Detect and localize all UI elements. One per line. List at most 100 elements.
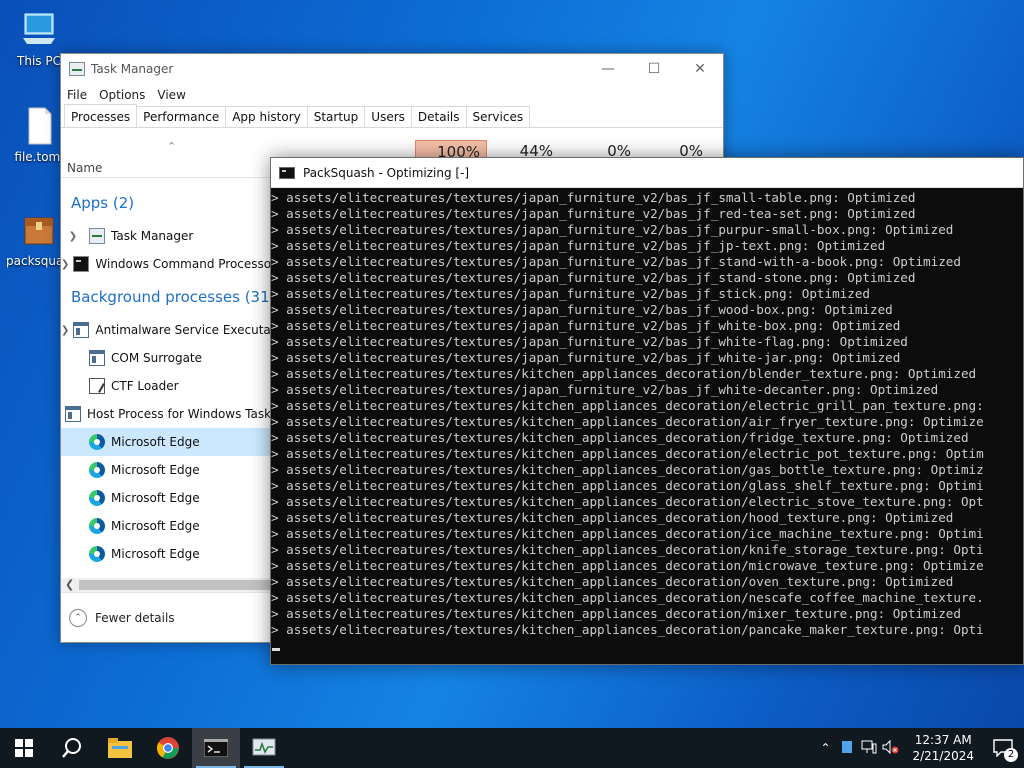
- command-prompt-icon: [204, 739, 228, 757]
- taskbar: ⌃ 12:37 AM 2/21/2024 2: [0, 728, 1024, 768]
- chevron-up-icon[interactable]: ⌃: [814, 741, 836, 755]
- taskbar-task-manager[interactable]: [240, 728, 288, 768]
- process-row-host-process[interactable]: Host Process for Windows Tasks: [61, 400, 271, 428]
- menu-options[interactable]: Options: [99, 88, 145, 102]
- process-name: Host Process for Windows Tasks: [87, 407, 271, 421]
- action-center-button[interactable]: 2: [984, 728, 1024, 768]
- tab-startup[interactable]: Startup: [306, 106, 366, 127]
- console-line: > assets/elitecreatures/textures/japan_f…: [271, 286, 870, 301]
- column-name[interactable]: Name: [67, 161, 102, 175]
- expand-chevron-icon[interactable]: ❯: [61, 259, 69, 270]
- console-line: > assets/elitecreatures/textures/japan_f…: [271, 350, 901, 365]
- process-row-task-manager[interactable]: ❯ Task Manager: [61, 222, 271, 250]
- console-cursor: [272, 648, 280, 651]
- console-line: > assets/elitecreatures/textures/kitchen…: [271, 590, 984, 605]
- console-line: > assets/elitecreatures/textures/japan_f…: [271, 206, 916, 221]
- process-row-edge[interactable]: Microsoft Edge: [61, 484, 271, 512]
- window-icon: [89, 350, 105, 366]
- tab-details[interactable]: Details: [410, 106, 467, 127]
- expand-chevron-icon[interactable]: ❯: [61, 325, 69, 336]
- edge-icon: [89, 490, 105, 506]
- tab-app-history[interactable]: App history: [225, 106, 308, 127]
- menu-view[interactable]: View: [157, 88, 185, 102]
- minimize-button[interactable]: —: [585, 54, 631, 84]
- network-icon[interactable]: [858, 740, 880, 757]
- package-icon: [19, 210, 59, 250]
- pen-icon: [89, 378, 105, 394]
- close-button[interactable]: ✕: [677, 54, 723, 84]
- console-titlebar[interactable]: PackSquash - Optimizing [-]: [271, 158, 1023, 188]
- process-name: Antimalware Service Executable: [95, 323, 271, 337]
- file-icon: [19, 106, 59, 146]
- this-pc-icon: [19, 10, 59, 50]
- process-name: Windows Command Processor: [95, 257, 271, 271]
- notification-count: 2: [1004, 748, 1018, 762]
- console-line: > assets/elitecreatures/textures/kitchen…: [271, 606, 961, 621]
- chevron-up-icon[interactable]: ⌃: [69, 608, 87, 627]
- volume-muted-icon[interactable]: [880, 739, 902, 757]
- edge-icon: [89, 546, 105, 562]
- console-line: > assets/elitecreatures/textures/japan_f…: [271, 254, 961, 269]
- sort-up-icon[interactable]: ⌃: [167, 140, 176, 153]
- task-manager-titlebar[interactable]: Task Manager — ☐ ✕: [61, 54, 723, 84]
- process-row-edge[interactable]: Microsoft Edge: [61, 428, 271, 456]
- console-title: PackSquash - Optimizing [-]: [303, 165, 470, 180]
- console-line: > assets/elitecreatures/textures/japan_f…: [271, 334, 908, 349]
- tablet-icon[interactable]: [836, 740, 858, 757]
- console-line: > assets/elitecreatures/textures/japan_f…: [271, 222, 954, 237]
- console-line: > assets/elitecreatures/textures/kitchen…: [271, 446, 984, 461]
- taskbar-chrome[interactable]: [144, 728, 192, 768]
- window-icon: [73, 322, 90, 338]
- process-row-edge[interactable]: Microsoft Edge: [61, 456, 271, 484]
- menu-bar: File Options View: [61, 84, 723, 106]
- process-row-com-surrogate[interactable]: COM Surrogate: [61, 344, 271, 372]
- console-line: > assets/elitecreatures/textures/japan_f…: [271, 302, 893, 317]
- window-title: Task Manager: [91, 62, 174, 76]
- expand-chevron-icon[interactable]: ❯: [61, 231, 85, 242]
- process-row-edge[interactable]: Microsoft Edge: [61, 512, 271, 540]
- process-row-antimalware[interactable]: ❯ Antimalware Service Executable: [61, 316, 271, 344]
- console-output[interactable]: > assets/elitecreatures/textures/japan_f…: [271, 188, 1023, 638]
- maximize-button[interactable]: ☐: [631, 54, 677, 84]
- console-window[interactable]: PackSquash - Optimizing [-] > assets/eli…: [270, 157, 1024, 665]
- task-manager-icon: [252, 738, 276, 756]
- process-row-edge[interactable]: Microsoft Edge: [61, 540, 271, 568]
- system-tray: ⌃ 12:37 AM 2/21/2024 2: [814, 728, 1024, 768]
- tab-performance[interactable]: Performance: [136, 106, 227, 127]
- task-manager-icon: [89, 228, 105, 244]
- process-name: Microsoft Edge: [111, 463, 200, 477]
- tab-users[interactable]: Users: [364, 106, 412, 127]
- fewer-details-link[interactable]: Fewer details: [95, 611, 175, 625]
- console-line: > assets/elitecreatures/textures/kitchen…: [271, 622, 984, 637]
- taskbar-file-explorer[interactable]: [96, 728, 144, 768]
- chrome-icon: [157, 737, 179, 759]
- search-button[interactable]: [48, 728, 96, 768]
- process-row-command-processor[interactable]: ❯ Windows Command Processor: [61, 250, 271, 278]
- tab-bar: Processes Performance App history Startu…: [61, 104, 723, 128]
- background-group-header: Background processes (31): [71, 288, 276, 306]
- console-line: > assets/elitecreatures/textures/kitchen…: [271, 366, 977, 381]
- command-prompt-icon: [73, 256, 90, 272]
- process-name: COM Surrogate: [111, 351, 203, 365]
- process-name: Microsoft Edge: [111, 435, 200, 449]
- scroll-left-icon[interactable]: ❮: [65, 578, 74, 591]
- process-row-ctf-loader[interactable]: CTF Loader: [61, 372, 271, 400]
- process-name: Task Manager: [111, 229, 194, 243]
- clock[interactable]: 12:37 AM 2/21/2024: [902, 732, 984, 764]
- tab-processes[interactable]: Processes: [64, 104, 138, 127]
- console-line: > assets/elitecreatures/textures/kitchen…: [271, 494, 984, 509]
- menu-file[interactable]: File: [67, 88, 87, 102]
- console-line: > assets/elitecreatures/textures/japan_f…: [271, 238, 886, 253]
- console-line: > assets/elitecreatures/textures/kitchen…: [271, 478, 984, 493]
- console-line: > assets/elitecreatures/textures/kitchen…: [271, 526, 984, 541]
- taskbar-command-prompt[interactable]: [192, 728, 240, 768]
- console-line: > assets/elitecreatures/textures/kitchen…: [271, 542, 984, 557]
- window-icon: [65, 406, 81, 422]
- console-line: > assets/elitecreatures/textures/kitchen…: [271, 558, 984, 573]
- console-line: > assets/elitecreatures/textures/kitchen…: [271, 510, 954, 525]
- start-button[interactable]: [0, 728, 48, 768]
- tab-services[interactable]: Services: [465, 106, 531, 127]
- process-name: Microsoft Edge: [111, 519, 200, 533]
- console-line: > assets/elitecreatures/textures/japan_f…: [271, 382, 939, 397]
- console-line: > assets/elitecreatures/textures/japan_f…: [271, 190, 916, 205]
